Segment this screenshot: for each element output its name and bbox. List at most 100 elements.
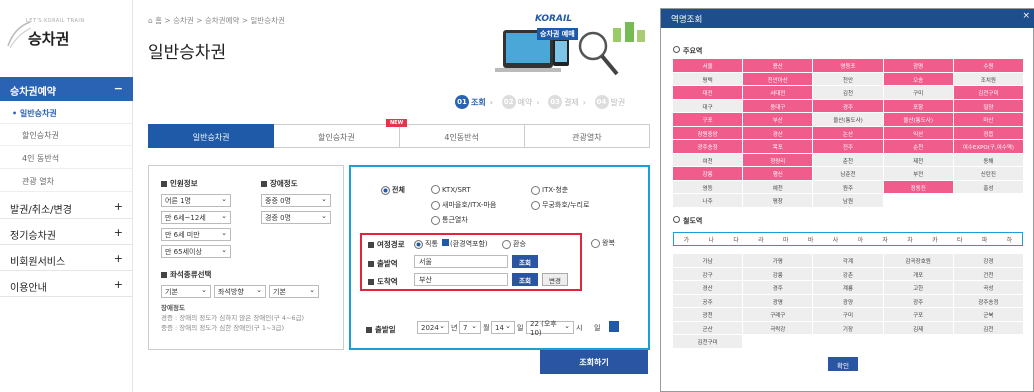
station-item[interactable]: 건천 xyxy=(953,267,1023,280)
major-station-item[interactable]: 전주 xyxy=(813,140,883,153)
direct-radio[interactable]: 직통 xyxy=(414,239,438,249)
menu-guest-service[interactable]: 비회원서비스 + xyxy=(0,247,133,271)
station-item[interactable]: 군산 xyxy=(673,321,743,334)
major-station-item[interactable]: 정동진 xyxy=(883,180,953,193)
major-station-item[interactable]: 구미 xyxy=(883,86,953,99)
station-item[interactable]: 각계 xyxy=(813,254,883,267)
major-station-item[interactable]: 동해 xyxy=(953,153,1023,166)
station-item[interactable]: 가평 xyxy=(743,254,813,267)
major-station-item[interactable]: 춘천 xyxy=(813,153,883,166)
station-item[interactable]: 계룡 xyxy=(813,281,883,294)
train-ktx-radio[interactable]: KTX/SRT xyxy=(431,185,471,194)
departure-input[interactable]: 서울 xyxy=(414,255,508,268)
station-item[interactable]: 극락강 xyxy=(743,321,813,334)
consonant-item[interactable]: 차 xyxy=(907,235,913,244)
consonant-item[interactable]: 다 xyxy=(733,235,739,244)
major-station-item[interactable]: 울산(통도사) xyxy=(883,113,953,126)
departure-search-button[interactable]: 조회 xyxy=(512,255,538,268)
major-station-item[interactable]: 경산 xyxy=(743,126,813,139)
submenu-group-seat[interactable]: 4인 동반석 xyxy=(0,148,133,169)
station-item[interactable]: 김제 xyxy=(883,321,953,334)
station-item[interactable]: 강촌 xyxy=(813,267,883,280)
consonant-item[interactable]: 라 xyxy=(758,235,764,244)
tab-group-seat[interactable]: 4인동반석 xyxy=(399,124,525,148)
major-station-item[interactable]: 청량리 xyxy=(743,153,813,166)
month-select[interactable]: 7 xyxy=(459,321,481,334)
major-station-item[interactable]: 포항 xyxy=(883,99,953,112)
seat-option-select[interactable]: 기본 xyxy=(269,285,319,298)
major-station-item[interactable]: 부산 xyxy=(743,113,813,126)
major-station-item[interactable]: 마산 xyxy=(953,113,1023,126)
major-station-item[interactable]: 김천 xyxy=(813,86,883,99)
major-station-item[interactable]: 순천 xyxy=(883,140,953,153)
station-item[interactable]: 김천구미 xyxy=(673,335,743,348)
search-button[interactable]: 조회하기 xyxy=(540,350,648,374)
major-station-item[interactable]: 목포 xyxy=(743,140,813,153)
hour-select[interactable]: 22 (오후10) xyxy=(526,320,574,337)
major-station-item[interactable]: 천안아산 xyxy=(743,72,813,85)
station-item[interactable]: 강경 xyxy=(953,254,1023,267)
severe-disability-select[interactable]: 중증 0명 xyxy=(261,194,331,207)
major-station-item[interactable]: 수원 xyxy=(953,59,1023,72)
major-station-item[interactable]: 나주 xyxy=(673,194,743,207)
major-station-item[interactable]: 평택 xyxy=(673,72,743,85)
major-station-item[interactable]: 동대구 xyxy=(743,99,813,112)
major-station-item[interactable]: 제천 xyxy=(883,153,953,166)
major-station-item[interactable]: 용산 xyxy=(743,59,813,72)
consonant-item[interactable]: 타 xyxy=(957,235,963,244)
major-station-item[interactable]: 정읍 xyxy=(953,126,1023,139)
station-item[interactable]: 김천 xyxy=(953,321,1023,334)
major-station-item[interactable]: 오송 xyxy=(883,72,953,85)
menu-usage-guide[interactable]: 이용안내 + xyxy=(0,273,133,297)
swap-button[interactable]: 변경 xyxy=(542,273,568,286)
station-item[interactable]: 강구 xyxy=(673,267,743,280)
major-station-item[interactable]: 홍성 xyxy=(953,180,1023,193)
consonant-item[interactable]: 마 xyxy=(783,235,789,244)
station-item[interactable]: 가남 xyxy=(673,254,743,267)
senior-select[interactable]: 만 65세이상 xyxy=(161,245,231,258)
consonant-item[interactable]: 아 xyxy=(858,235,864,244)
tab-tour[interactable]: 관광열차 xyxy=(524,124,650,148)
year-select[interactable]: 2024 xyxy=(417,321,449,334)
menu-ticket-reservation[interactable]: 승차권예약 − xyxy=(0,77,133,101)
train-mugunghwa-radio[interactable]: 무궁화호/누리로 xyxy=(531,200,589,210)
station-item[interactable]: 경주 xyxy=(743,281,813,294)
major-station-item[interactable]: 여천 xyxy=(673,153,743,166)
station-item[interactable]: 기장 xyxy=(813,321,883,334)
mild-disability-select[interactable]: 경증 0명 xyxy=(261,211,331,224)
consonant-item[interactable]: 자 xyxy=(882,235,888,244)
tab-discount[interactable]: 할인승차권 xyxy=(274,124,400,148)
station-item[interactable]: 광천 xyxy=(673,308,743,321)
major-station-item[interactable]: 예천 xyxy=(743,180,813,193)
station-item[interactable]: 구포 xyxy=(883,308,953,321)
major-station-item[interactable]: 강릉 xyxy=(673,167,743,180)
confirm-button[interactable]: 확인 xyxy=(828,357,858,371)
major-station-item[interactable]: 조치원 xyxy=(953,72,1023,85)
consonant-item[interactable]: 바 xyxy=(808,235,814,244)
major-station-item[interactable]: 대구 xyxy=(673,99,743,112)
major-station-item[interactable]: 행신 xyxy=(743,167,813,180)
day-select[interactable]: 14 xyxy=(491,321,515,334)
menu-season-ticket[interactable]: 정기승차권 + xyxy=(0,221,133,245)
child-select[interactable]: 만 6세~12세 xyxy=(161,211,231,224)
major-station-item[interactable]: 여수EXPO(구,여수역) xyxy=(953,140,1023,153)
consonant-item[interactable]: 사 xyxy=(833,235,839,244)
station-item[interactable]: 광주송정 xyxy=(953,294,1023,307)
consonant-item[interactable]: 카 xyxy=(932,235,938,244)
major-station-item[interactable]: 서울 xyxy=(673,59,743,72)
major-station-item[interactable]: 영등포 xyxy=(813,59,883,72)
major-station-item[interactable]: 구포 xyxy=(673,113,743,126)
train-itx-cheongchun-radio[interactable]: ITX-청춘 xyxy=(531,185,568,195)
station-item[interactable]: 고한 xyxy=(883,281,953,294)
major-station-item[interactable]: 서대전 xyxy=(743,86,813,99)
station-item[interactable]: 개포 xyxy=(883,267,953,280)
major-station-item[interactable]: 남원 xyxy=(813,194,883,207)
major-station-item[interactable]: 영등 xyxy=(673,180,743,193)
major-station-item[interactable]: 남춘천 xyxy=(813,167,883,180)
major-station-item[interactable]: 신탄진 xyxy=(953,167,1023,180)
station-item[interactable]: 광명 xyxy=(743,294,813,307)
station-item[interactable]: 곡성 xyxy=(953,281,1023,294)
train-commuter-radio[interactable]: 통근열차 xyxy=(431,215,468,225)
close-icon[interactable]: × xyxy=(1022,11,1030,21)
arrival-input[interactable]: 부산 xyxy=(414,273,508,286)
